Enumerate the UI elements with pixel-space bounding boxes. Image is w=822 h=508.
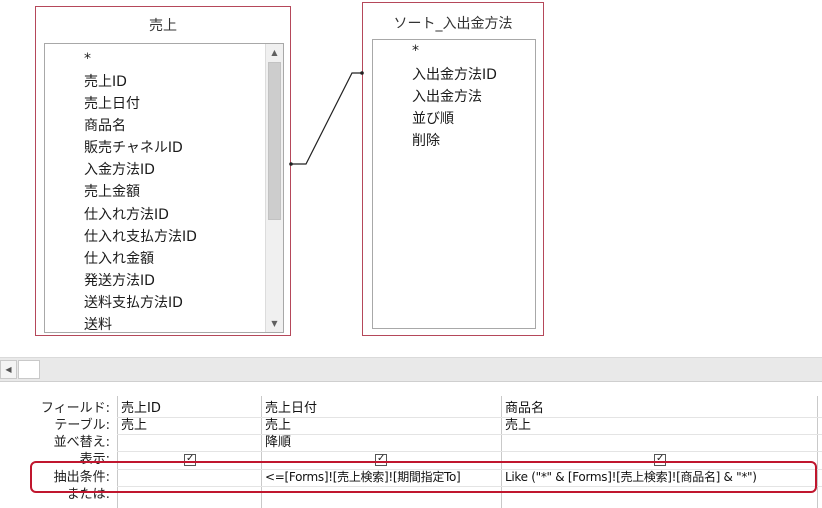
pane-splitter[interactable]: ◀ <box>0 357 822 381</box>
cell-table[interactable]: 売上 <box>265 417 291 434</box>
row-label-sort: 並べ替え: <box>53 435 110 450</box>
join-line[interactable] <box>0 0 822 357</box>
cell-field[interactable]: 売上ID <box>121 400 161 417</box>
cell-field[interactable]: 商品名 <box>505 400 544 417</box>
grid-column-divider <box>817 396 818 508</box>
cell-field[interactable]: 売上日付 <box>265 400 317 417</box>
grid-row-divider <box>117 417 822 418</box>
scrollbar-thumb[interactable] <box>18 360 40 379</box>
cell-sort[interactable]: 降順 <box>265 434 291 451</box>
scroll-left-arrow-icon[interactable]: ◀ <box>0 360 17 379</box>
row-label-field: フィールド: <box>40 401 110 416</box>
cell-table[interactable]: 売上 <box>121 417 147 434</box>
cell-table[interactable]: 売上 <box>505 417 531 434</box>
query-diagram-pane[interactable]: 売上 * 売上ID 売上日付 商品名 販売チャネルID 入金方法ID 売上金額 … <box>0 0 822 357</box>
grid-row-divider <box>117 451 822 452</box>
row-label-table: テーブル: <box>54 418 110 433</box>
grid-row-divider <box>117 434 822 435</box>
criteria-highlight <box>30 461 817 493</box>
